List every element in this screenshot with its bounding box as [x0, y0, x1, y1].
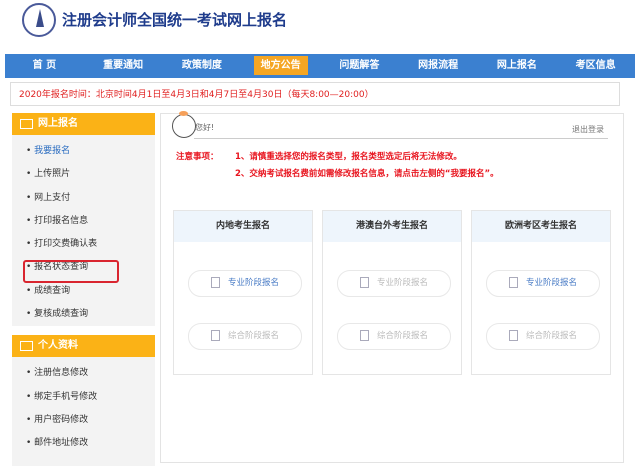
sidebar-item-register[interactable]: 我要报名 [12, 140, 155, 163]
sidebar-item-print-info[interactable]: 打印报名信息 [12, 210, 155, 233]
highlight-box [23, 260, 119, 283]
sidebar-item-print-receipt[interactable]: 打印交费确认表 [12, 233, 155, 256]
divider [194, 138, 608, 139]
greeting: 您好! [195, 123, 215, 132]
card-europe: 欧洲考区考生报名 专业阶段报名 综合阶段报名 [471, 210, 611, 375]
sidebar-item-scores[interactable]: 成绩查询 [12, 280, 155, 303]
card-mainland: 内地考生报名 专业阶段报名 综合阶段报名 [173, 210, 313, 375]
professional-stage-button[interactable]: 专业阶段报名 [337, 270, 451, 297]
nav-home[interactable]: 首 页 [5, 54, 84, 78]
nav-bar: 首 页 重要通知 政策制度 地方公告 问题解答 网报流程 网上报名 考区信息 [5, 54, 635, 78]
notice-label: 注意事项： [176, 152, 219, 162]
notice-1: 1、请慎重选择您的报名类型，报名类型选定后将无法修改。 [235, 152, 462, 162]
nav-faq[interactable]: 问题解答 [320, 54, 399, 78]
comprehensive-stage-button[interactable]: 综合阶段报名 [188, 323, 302, 350]
nav-process[interactable]: 网报流程 [399, 54, 478, 78]
document-icon [508, 330, 518, 341]
comprehensive-stage-button[interactable]: 综合阶段报名 [486, 323, 600, 350]
avatar [172, 111, 196, 138]
document-icon [359, 330, 369, 341]
sidebar-item-pay[interactable]: 网上支付 [12, 187, 155, 210]
logo [22, 3, 56, 37]
document-icon [210, 277, 220, 288]
registration-time-notice: 2020年报名时间：北京时间4月1日至4月3日和4月7日至4月30日（每天8:0… [10, 82, 620, 106]
card-title: 欧洲考区考生报名 [472, 211, 610, 242]
document-icon [508, 277, 518, 288]
professional-stage-button[interactable]: 专业阶段报名 [486, 270, 600, 297]
card-title: 内地考生报名 [174, 211, 312, 242]
sidebar-item-email[interactable]: 邮件地址修改 [12, 432, 155, 455]
nav-local[interactable]: 地方公告 [241, 54, 320, 78]
sidebar-item-phone[interactable]: 绑定手机号修改 [12, 386, 155, 409]
card-title: 港澳台外考生报名 [323, 211, 461, 242]
nav-notices[interactable]: 重要通知 [84, 54, 163, 78]
sidebar-section-online: 网上报名 [12, 113, 155, 135]
nav-register[interactable]: 网上报名 [478, 54, 557, 78]
sidebar-item-edit-info[interactable]: 注册信息修改 [12, 362, 155, 385]
document-icon [359, 277, 369, 288]
sidebar-item-password[interactable]: 用户密码修改 [12, 409, 155, 432]
logout-link[interactable]: 退出登录 [572, 124, 604, 135]
site-title: 注册会计师全国统一考试网上报名 [62, 11, 288, 29]
sidebar-section-profile: 个人资料 [12, 335, 155, 358]
nav-policy[interactable]: 政策制度 [163, 54, 242, 78]
sidebar-item-upload-photo[interactable]: 上传照片 [12, 163, 155, 186]
sidebar-item-review[interactable]: 复核成绩查询 [12, 303, 155, 326]
document-icon [210, 330, 220, 341]
sidebar: 网上报名 我要报名 上传照片 网上支付 打印报名信息 打印交费确认表 报名状态查… [12, 113, 155, 466]
card-hk-macau-taiwan: 港澳台外考生报名 专业阶段报名 综合阶段报名 [322, 210, 462, 375]
nav-area[interactable]: 考区信息 [556, 54, 635, 78]
professional-stage-button[interactable]: 专业阶段报名 [188, 270, 302, 297]
notice-2: 2、交纳考试报名费前如需修改报名信息，请点击左侧的“我要报名”。 [235, 169, 499, 179]
comprehensive-stage-button[interactable]: 综合阶段报名 [337, 323, 451, 350]
